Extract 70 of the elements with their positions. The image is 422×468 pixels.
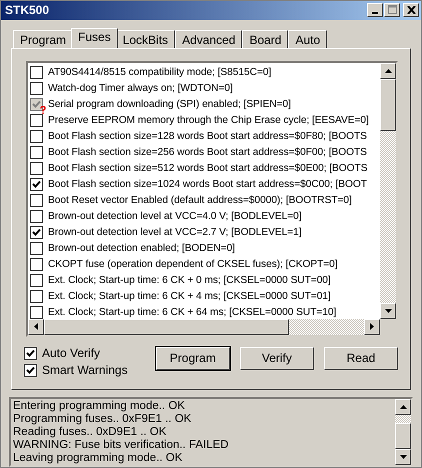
maximize-button[interactable]	[384, 3, 400, 18]
down-arrow-icon	[400, 455, 406, 459]
right-arrow-icon	[370, 323, 374, 330]
scrollbar-thumb[interactable]	[44, 318, 289, 335]
tab[interactable]: LockBits	[116, 30, 176, 48]
close-button[interactable]	[403, 3, 419, 18]
fuse-label: Serial program downloading (SPI) enabled; [SPIEN=0]	[48, 99, 291, 110]
checkmark-icon	[32, 180, 41, 190]
checkbox[interactable]	[30, 82, 43, 96]
fuse-label: Ext. Clock; Start-up time: 6 CK + 4 ms; [CKSEL=0000 SUT=01]	[48, 291, 331, 302]
scrollbar-thumb[interactable]	[395, 422, 411, 449]
maximize-icon	[388, 5, 396, 14]
log-line: Leaving programming mode.. OK	[13, 452, 184, 465]
checkmark-icon	[32, 228, 41, 238]
checkbox[interactable]	[30, 306, 43, 319]
checkbox[interactable]	[24, 346, 37, 360]
up-arrow-icon	[384, 68, 392, 73]
action-button[interactable]: Program	[156, 346, 230, 370]
fuse-label: Ext. Clock; Start-up time: 6 CK + 0 ms; [CKSEL=0000 SUT=00]	[48, 275, 331, 286]
fuse-label: CKOPT fuse (operation dependent of CKSEL fuses); [CKOPT=0]	[48, 259, 338, 270]
vertical-scrollbar[interactable]	[380, 62, 396, 319]
log-line: Entering programming mode.. OK	[13, 400, 186, 413]
left-arrow-icon	[34, 323, 38, 330]
close-icon	[406, 6, 416, 14]
checkbox[interactable]	[30, 290, 43, 304]
checkbox[interactable]	[24, 364, 37, 377]
fuse-label: Boot Flash section size=128 words Boot start address=$0F80; [BOOTS	[48, 131, 367, 142]
option-label: Auto Verify	[42, 346, 100, 360]
checkbox[interactable]	[30, 130, 43, 144]
checkbox[interactable]	[30, 178, 43, 192]
checkbox[interactable]	[30, 146, 43, 160]
fuse-label: Brown-out detection enabled; [BODEN=0]	[48, 243, 235, 254]
fuse-label: Boot Flash section size=1024 words Boot start address=$0C00; [BOOT	[48, 179, 367, 190]
fuse-label: Watch-dog Timer always on; [WDTON=0]	[48, 83, 233, 94]
down-arrow-icon	[384, 308, 392, 313]
log-line: Reading fuses.. 0xD9E1 .. OK	[13, 426, 168, 439]
tab[interactable]: Advanced	[175, 30, 242, 48]
option-label: Smart Warnings	[42, 363, 128, 378]
fuse-label: Boot Reset vector Enabled (default address=$0000); [BOOTRST=0]	[48, 195, 352, 206]
scrollbar-thumb[interactable]	[380, 78, 396, 131]
log-line: Programming fuses.. 0xF9E1 .. OK	[13, 412, 192, 426]
fuse-label: Boot Flash section size=256 words Boot start address=$0F00; [BOOTS	[48, 147, 367, 158]
minimize-button[interactable]	[367, 3, 383, 18]
fuse-label: AT90S4414/8515 compatibility mode; [S8515C=0]	[48, 67, 272, 78]
checkbox[interactable]	[30, 194, 43, 208]
fuse-label: Ext. Clock; Start-up time: 6 CK + 64 ms; [CKSEL=0000 SUT=10]	[48, 307, 336, 318]
up-arrow-icon	[400, 404, 406, 409]
log-line: WARNING: Fuse bits verification.. FAILED	[13, 438, 230, 452]
checkbox[interactable]	[30, 162, 43, 176]
checkbox[interactable]	[30, 274, 43, 288]
fuse-label: Brown-out detection level at VCC=4.0 V; [BODLEVEL=0]	[48, 211, 302, 222]
fuse-label: Preserve EEPROM memory through the Chip Erase cycle; [EESAVE=0]	[48, 115, 369, 126]
checkbox[interactable]	[30, 114, 43, 128]
checkmark-icon	[32, 100, 41, 110]
checkbox[interactable]	[30, 210, 43, 224]
tab[interactable]: Fuses	[71, 28, 118, 48]
action-button[interactable]: Read	[324, 346, 398, 370]
horizontal-scrollbar[interactable]	[28, 318, 396, 335]
checkbox[interactable]	[30, 226, 43, 240]
window-title: STK500	[5, 3, 50, 18]
checkbox[interactable]	[30, 242, 43, 256]
question-mark-icon	[40, 106, 46, 114]
action-button[interactable]: Verify	[240, 346, 314, 370]
fuse-label: Brown-out detection level at VCC=2.7 V; [BODLEVEL=1]	[48, 227, 302, 238]
vertical-scrollbar[interactable]	[395, 398, 411, 465]
checkbox[interactable]	[30, 66, 43, 80]
tab[interactable]: Auto	[288, 30, 328, 48]
fuse-label: Boot Flash section size=512 words Boot start address=$0E00; [BOOTS	[48, 163, 368, 174]
checkbox[interactable]	[30, 258, 43, 272]
tab[interactable]: Board	[242, 30, 288, 48]
